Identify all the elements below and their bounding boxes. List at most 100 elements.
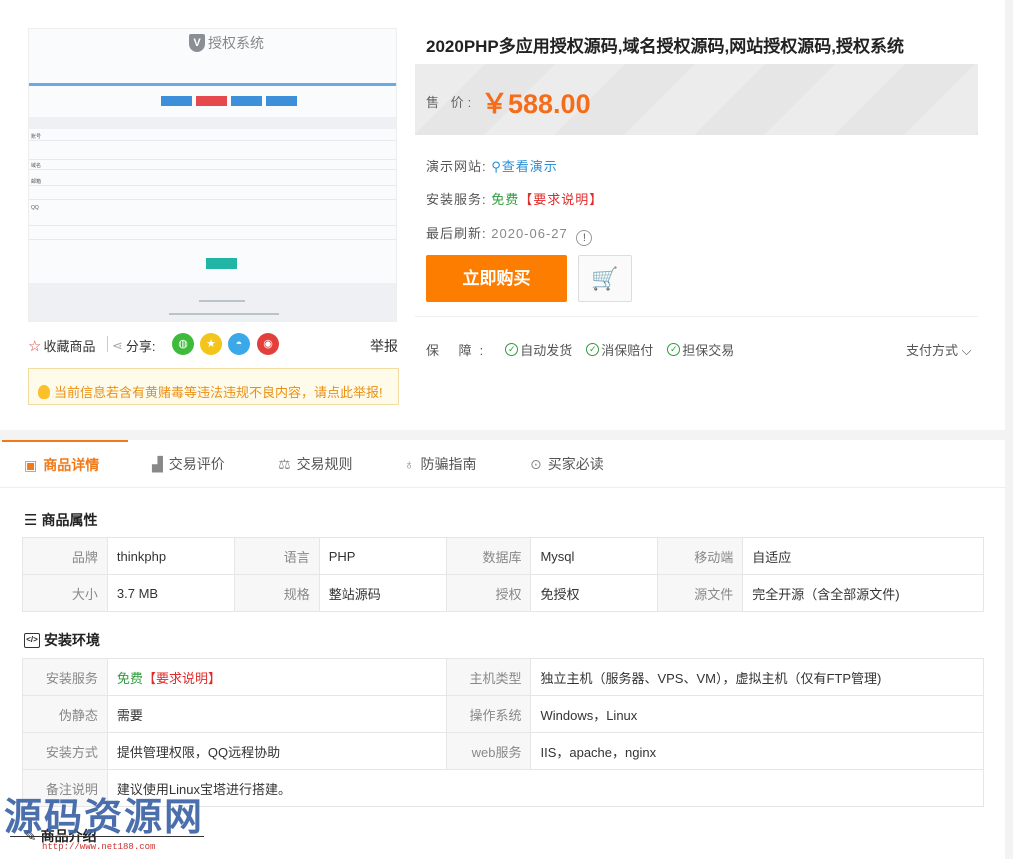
environment-table: 安装服务 免费【要求说明】 主机类型 独立主机（服务器、VPS、VM），虚拟主机… (22, 658, 985, 807)
attr-key: 源文件 (657, 574, 744, 612)
chevron-down-icon: ⌵ (958, 343, 972, 358)
wechat-icon[interactable]: ◍ (172, 333, 194, 355)
preview-label: 域名 (31, 163, 42, 169)
thumbs-up-icon: ▟ (152, 456, 163, 472)
env-key: 伪静态 (22, 695, 108, 733)
tab-product-details[interactable]: ▣ 商品详情 (2, 440, 128, 488)
share-label: ⋖ 分享: (112, 336, 156, 355)
env-key: 安装方式 (22, 732, 108, 770)
qzone-icon[interactable]: ★ (200, 333, 222, 355)
attr-key: 规格 (233, 574, 320, 612)
table-row: 品牌 thinkphp 语言 PHP 数据库 Mysql 移动端 自适应 (22, 537, 984, 575)
env-key: 安装服务 (22, 658, 108, 696)
attr-key: 语言 (233, 537, 320, 575)
refresh-row: 最后刷新: 2020-06-27 ! (426, 223, 593, 246)
tab-reviews[interactable]: ▟ 交易评价 (152, 440, 225, 488)
install-requirements-link[interactable]: 【要求说明】 (519, 192, 603, 207)
lightbulb-icon (38, 384, 50, 399)
notice-text: 当前信息若含有黄赌毒等违法违规不良内容，请点此举报! (54, 385, 383, 400)
refresh-label: 最后刷新: (426, 226, 487, 241)
env-value: 免费【要求说明】 (106, 658, 447, 696)
pay-mode-dropdown[interactable]: 支付方式 ⌵ (906, 340, 971, 359)
demo-link-text: 查看演示 (501, 159, 558, 174)
env-value: IIS，apache，nginx (530, 732, 984, 770)
attributes-title: ☰ 商品属性 (24, 510, 97, 530)
tab-rules[interactable]: ⚖ 交易规则 (278, 440, 353, 488)
install-free: 免费 (116, 670, 143, 686)
env-value: 提供管理权限，QQ远程协助 (106, 732, 447, 770)
preview-submit-button (206, 258, 237, 269)
table-row: 大小 3.7 MB 规格 整站源码 授权 免授权 源文件 完全开源（含全部源文件) (22, 574, 984, 612)
product-summary-card: V 授权系统 账号 域名 邮箱 QQ ☆ 收藏商品 ⋖ 分享: ◍ ★ ◓ ◉ … (0, 0, 1005, 430)
product-preview-image[interactable]: V 授权系统 账号 域名 邮箱 QQ (28, 28, 397, 322)
env-key: web服务 (445, 732, 532, 770)
code-icon: </> (24, 632, 40, 648)
preview-topbar (29, 83, 396, 86)
preview-footer (29, 283, 396, 321)
check-circle-icon: ✓ (667, 343, 681, 356)
pay-mode-label: 支付方式 (906, 343, 959, 358)
attr-value: 3.7 MB (106, 574, 235, 612)
report-notice[interactable]: 当前信息若含有黄赌毒等违法违规不良内容，请点此举报! (28, 368, 399, 405)
target-icon: ⊙ (530, 456, 542, 472)
install-requirements-link[interactable]: 【要求说明】 (143, 671, 221, 686)
exclamation-icon[interactable]: ! (576, 230, 593, 246)
buy-now-button[interactable]: 立即购买 (426, 255, 567, 302)
env-value: 建议使用Linux宝塔进行搭建。 (106, 769, 985, 807)
preview-logo-text: 授权系统 (208, 35, 264, 51)
env-value: 需要 (106, 695, 447, 733)
env-value: 独立主机（服务器、VPS、VM），虚拟主机（仅有FTP管理) (530, 658, 984, 696)
guarantee-text: 担保交易 (682, 343, 735, 358)
product-title: 2020PHP多应用授权源码,域名授权源码,网站授权源码,授权系统 (426, 37, 904, 56)
tab-label: 交易评价 (168, 456, 225, 472)
check-circle-icon: ✓ (505, 343, 519, 356)
env-key: 主机类型 (445, 658, 532, 696)
section-title-text: 商品属性 (41, 512, 98, 528)
attr-key: 品牌 (22, 537, 108, 575)
table-row: 伪静态 需要 操作系统 Windows，Linux (22, 695, 984, 733)
add-to-cart-button[interactable]: 🛒 (578, 255, 632, 302)
image-icon: ▣ (24, 457, 38, 473)
guarantee-item: ✓ 自动发货 (505, 340, 572, 359)
search-list-icon: ☰ (24, 512, 38, 529)
favorite-button[interactable]: ☆ 收藏商品 (28, 336, 95, 355)
tab-buyer-notes[interactable]: ⊙ 买家必读 (530, 440, 604, 488)
watermark-url: http://www.net188.com (42, 842, 156, 852)
star-outline-icon: ☆ (28, 337, 42, 355)
demo-link[interactable]: ⚲查看演示 (491, 159, 558, 174)
env-value: Windows，Linux (530, 695, 984, 733)
environment-title: </> 安装环境 (24, 630, 100, 650)
weibo-icon[interactable]: ◉ (257, 333, 279, 355)
check-circle-icon: ✓ (586, 343, 600, 356)
share-text: 分享: (125, 339, 156, 354)
preview-label: 账号 (31, 134, 42, 140)
scale-icon: ⚖ (278, 456, 291, 472)
table-row: 安装方式 提供管理权限，QQ远程协助 web服务 IIS，apache，ngin… (22, 732, 984, 770)
watermark-logo: 源码资源网 (4, 797, 205, 839)
attr-value: PHP (318, 537, 447, 575)
preview-band (29, 117, 396, 129)
attr-key: 移动端 (657, 537, 744, 575)
install-free: 免费 (491, 192, 520, 207)
share-icon: ⋖ (112, 337, 123, 353)
report-link[interactable]: 举报 (370, 336, 398, 356)
watermark-line (10, 836, 204, 837)
install-label: 安装服务: (426, 192, 487, 207)
tab-label: 商品详情 (43, 457, 100, 473)
guarantee-label: 保 障: (426, 343, 492, 358)
attr-value: 免授权 (530, 574, 659, 612)
attr-key: 大小 (22, 574, 108, 612)
tab-label: 交易规则 (296, 456, 353, 472)
preview-label: QQ (31, 205, 39, 211)
attr-value: 完全开源（含全部源文件) (742, 574, 984, 612)
tab-anti-fraud[interactable]: ♁ 防骗指南 (404, 440, 477, 488)
demo-label: 演示网站: (426, 159, 487, 174)
guarantee-item: ✓ 担保交易 (667, 340, 734, 359)
demo-row: 演示网站: ⚲查看演示 (426, 156, 558, 175)
section-title-text: 安装环境 (44, 632, 100, 648)
preview-buttons (161, 96, 297, 106)
attr-value: thinkphp (106, 537, 235, 575)
qq-icon[interactable]: ◓ (228, 333, 250, 355)
lightbulb-icon: ♁ (404, 456, 415, 472)
price-label: 售 价: (426, 95, 476, 110)
